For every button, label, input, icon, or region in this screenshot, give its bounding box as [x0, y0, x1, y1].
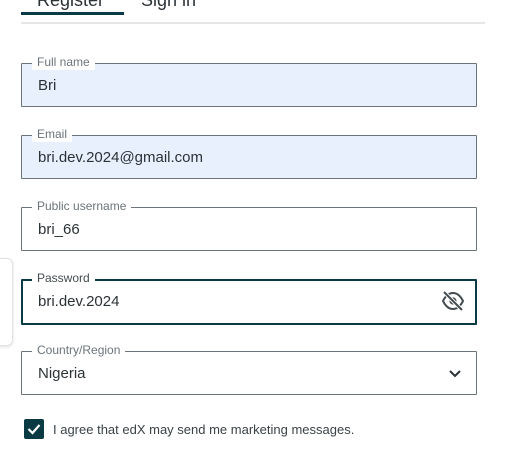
username-field[interactable]: Public username bri_66 [21, 198, 477, 251]
marketing-checkbox-label[interactable]: I agree that edX may send me marketing m… [53, 422, 354, 437]
email-label: Email [32, 126, 73, 142]
username-value: bri_66 [38, 221, 80, 238]
full-name-field[interactable]: Full name Bri [21, 54, 477, 107]
password-value: bri.dev.2024 [38, 293, 120, 310]
country-label: Country/Region [32, 342, 126, 358]
username-label: Public username [32, 198, 132, 214]
marketing-checkbox[interactable] [24, 419, 44, 439]
checkmark-icon [27, 424, 41, 435]
email-value: bri.dev.2024@gmail.com [38, 149, 204, 166]
side-popup: s [0, 258, 13, 346]
auth-tabs: Register Sign in [21, 0, 485, 24]
tab-register-label: Register [37, 0, 105, 10]
eye-slash-icon[interactable] [441, 290, 465, 312]
country-value: Nigeria [38, 365, 86, 382]
chevron-down-icon [448, 367, 462, 379]
active-tab-indicator [21, 12, 124, 15]
tab-signin-label: Sign in [141, 0, 197, 10]
password-label: Password [32, 270, 95, 286]
tab-register[interactable]: Register [37, 0, 114, 11]
full-name-label: Full name [32, 54, 95, 70]
country-select[interactable]: Country/Region Nigeria [21, 342, 477, 395]
email-field[interactable]: Email bri.dev.2024@gmail.com [21, 126, 477, 179]
full-name-value: Bri [38, 77, 57, 94]
tab-signin[interactable]: Sign in [141, 0, 196, 11]
password-field[interactable]: Password bri.dev.2024 [21, 270, 477, 325]
registration-page: Register Sign in Full name Bri Email bri… [0, 0, 525, 462]
